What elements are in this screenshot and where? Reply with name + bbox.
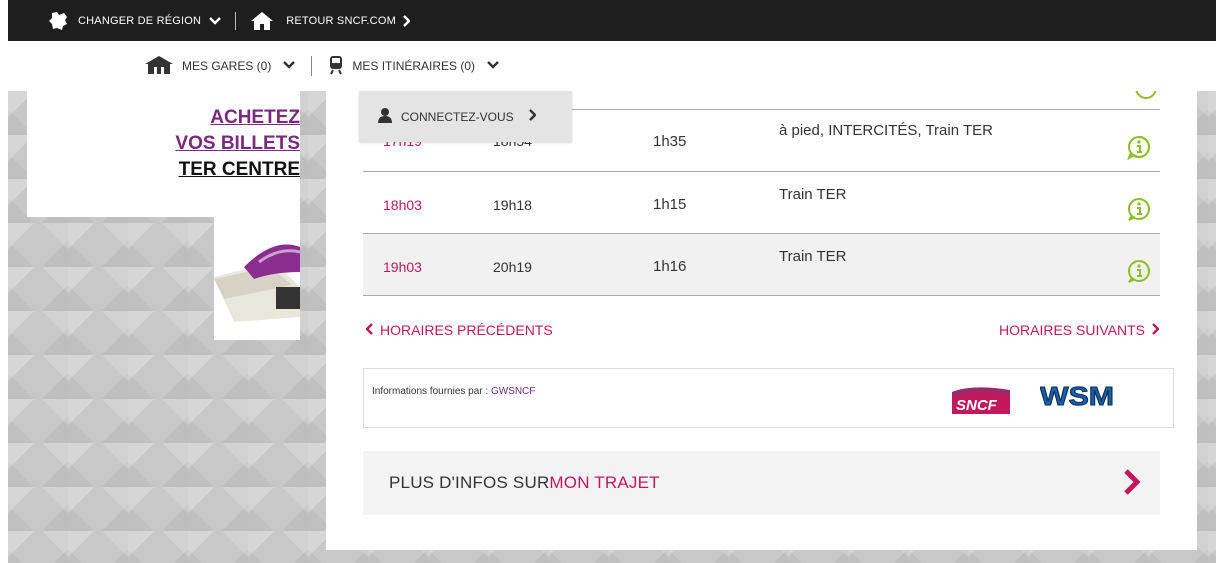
my-itineraries-menu[interactable]: MES ITINÉRAIRES (0) [328, 55, 499, 78]
login-dropdown[interactable]: CONNECTEZ-VOUS [359, 91, 572, 142]
info-icon[interactable] [1133, 91, 1159, 101]
arrival-time: 19h18 [493, 197, 532, 213]
info-icon[interactable] [1126, 196, 1152, 225]
my-itineraries-label: MES ITINÉRAIRES (0) [352, 59, 476, 73]
home-icon [250, 11, 274, 31]
change-region-label: CHANGER DE RÉGION [78, 14, 202, 27]
next-times-link[interactable]: HORAIRES SUIVANTS [999, 322, 1160, 338]
login-label: CONNECTEZ-VOUS [401, 109, 514, 124]
navrow-divider [311, 56, 313, 76]
departure-time: 19h03 [383, 259, 422, 275]
departure-time: 18h03 [383, 197, 422, 213]
region-map-icon [48, 11, 70, 31]
promo-ticket-image[interactable] [214, 217, 300, 340]
info-icon[interactable] [1126, 258, 1152, 287]
svg-text:WSM: WSM [1040, 381, 1114, 409]
arrival-time: 20h19 [493, 259, 532, 275]
train-icon [328, 55, 344, 78]
previous-times-label: HORAIRES PRÉCÉDENTS [380, 322, 553, 338]
topbar-divider [235, 11, 237, 30]
source-name[interactable]: GWSNCF [491, 386, 535, 397]
duration: 1h35 [653, 133, 687, 150]
table-row[interactable]: 18h03 19h18 1h15 Train TER [363, 172, 1160, 234]
my-stations-menu[interactable]: MES GARES (0) [144, 55, 296, 78]
promo-line-1: ACHETEZ [210, 107, 300, 128]
previous-times-link[interactable]: HORAIRES PRÉCÉDENTS [365, 322, 553, 338]
back-sncf-link[interactable]: RETOUR SNCF.COM [250, 11, 410, 31]
duration: 1h15 [653, 196, 687, 213]
more-info-prefix: PLUS D'INFOS SUR [389, 473, 550, 492]
chevron-down-icon [209, 16, 222, 26]
sncf-logo: SNCF [952, 384, 1010, 419]
user-nav: MES GARES (0) MES ITINÉRAIRES (0) [8, 41, 1216, 91]
transport-mode: Train TER [779, 186, 847, 203]
promo-line-2: VOS BILLETS [175, 133, 300, 154]
chevron-right-icon [1122, 468, 1142, 501]
table-row[interactable]: 19h03 20h19 1h16 Train TER [363, 234, 1160, 296]
more-info-label: PLUS D'INFOS SURMON TRAJET [389, 473, 660, 493]
chevron-down-icon [283, 59, 296, 73]
stations-icon [144, 55, 174, 78]
user-icon [377, 107, 393, 126]
top-bar: CHANGER DE RÉGION RETOUR SNCF.COM [8, 0, 1216, 41]
chevron-right-icon [1151, 322, 1160, 338]
provided-by-label: Informations fournies par : [372, 386, 491, 397]
chevron-right-icon [402, 14, 410, 27]
data-source-box: Informations fournies par : GWSNCF SNCF … [363, 368, 1174, 428]
transport-mode: à pied, INTERCITÉS, Train TER [779, 122, 993, 139]
promo-banner[interactable]: ACHETEZ VOS BILLETS TER CENTRE [27, 91, 300, 217]
next-times-label: HORAIRES SUIVANTS [999, 322, 1145, 338]
change-region-link[interactable]: CHANGER DE RÉGION [48, 11, 222, 31]
more-info-link[interactable]: PLUS D'INFOS SURMON TRAJET [363, 451, 1160, 515]
more-info-accent: MON TRAJET [549, 473, 660, 492]
wsm-logo: WSM [1040, 381, 1116, 414]
info-icon[interactable] [1126, 134, 1152, 163]
my-stations-label: MES GARES (0) [182, 59, 272, 73]
chevron-left-icon [365, 322, 374, 338]
svg-text:SNCF: SNCF [956, 397, 998, 414]
transport-mode: Train TER [779, 248, 847, 265]
promo-line-3: TER CENTRE [178, 159, 300, 180]
provided-by-text: Informations fournies par : GWSNCF [372, 386, 535, 397]
chevron-right-icon [528, 109, 537, 124]
back-sncf-label: RETOUR SNCF.COM [286, 14, 396, 27]
duration: 1h16 [653, 258, 687, 275]
chevron-down-icon [487, 59, 499, 73]
